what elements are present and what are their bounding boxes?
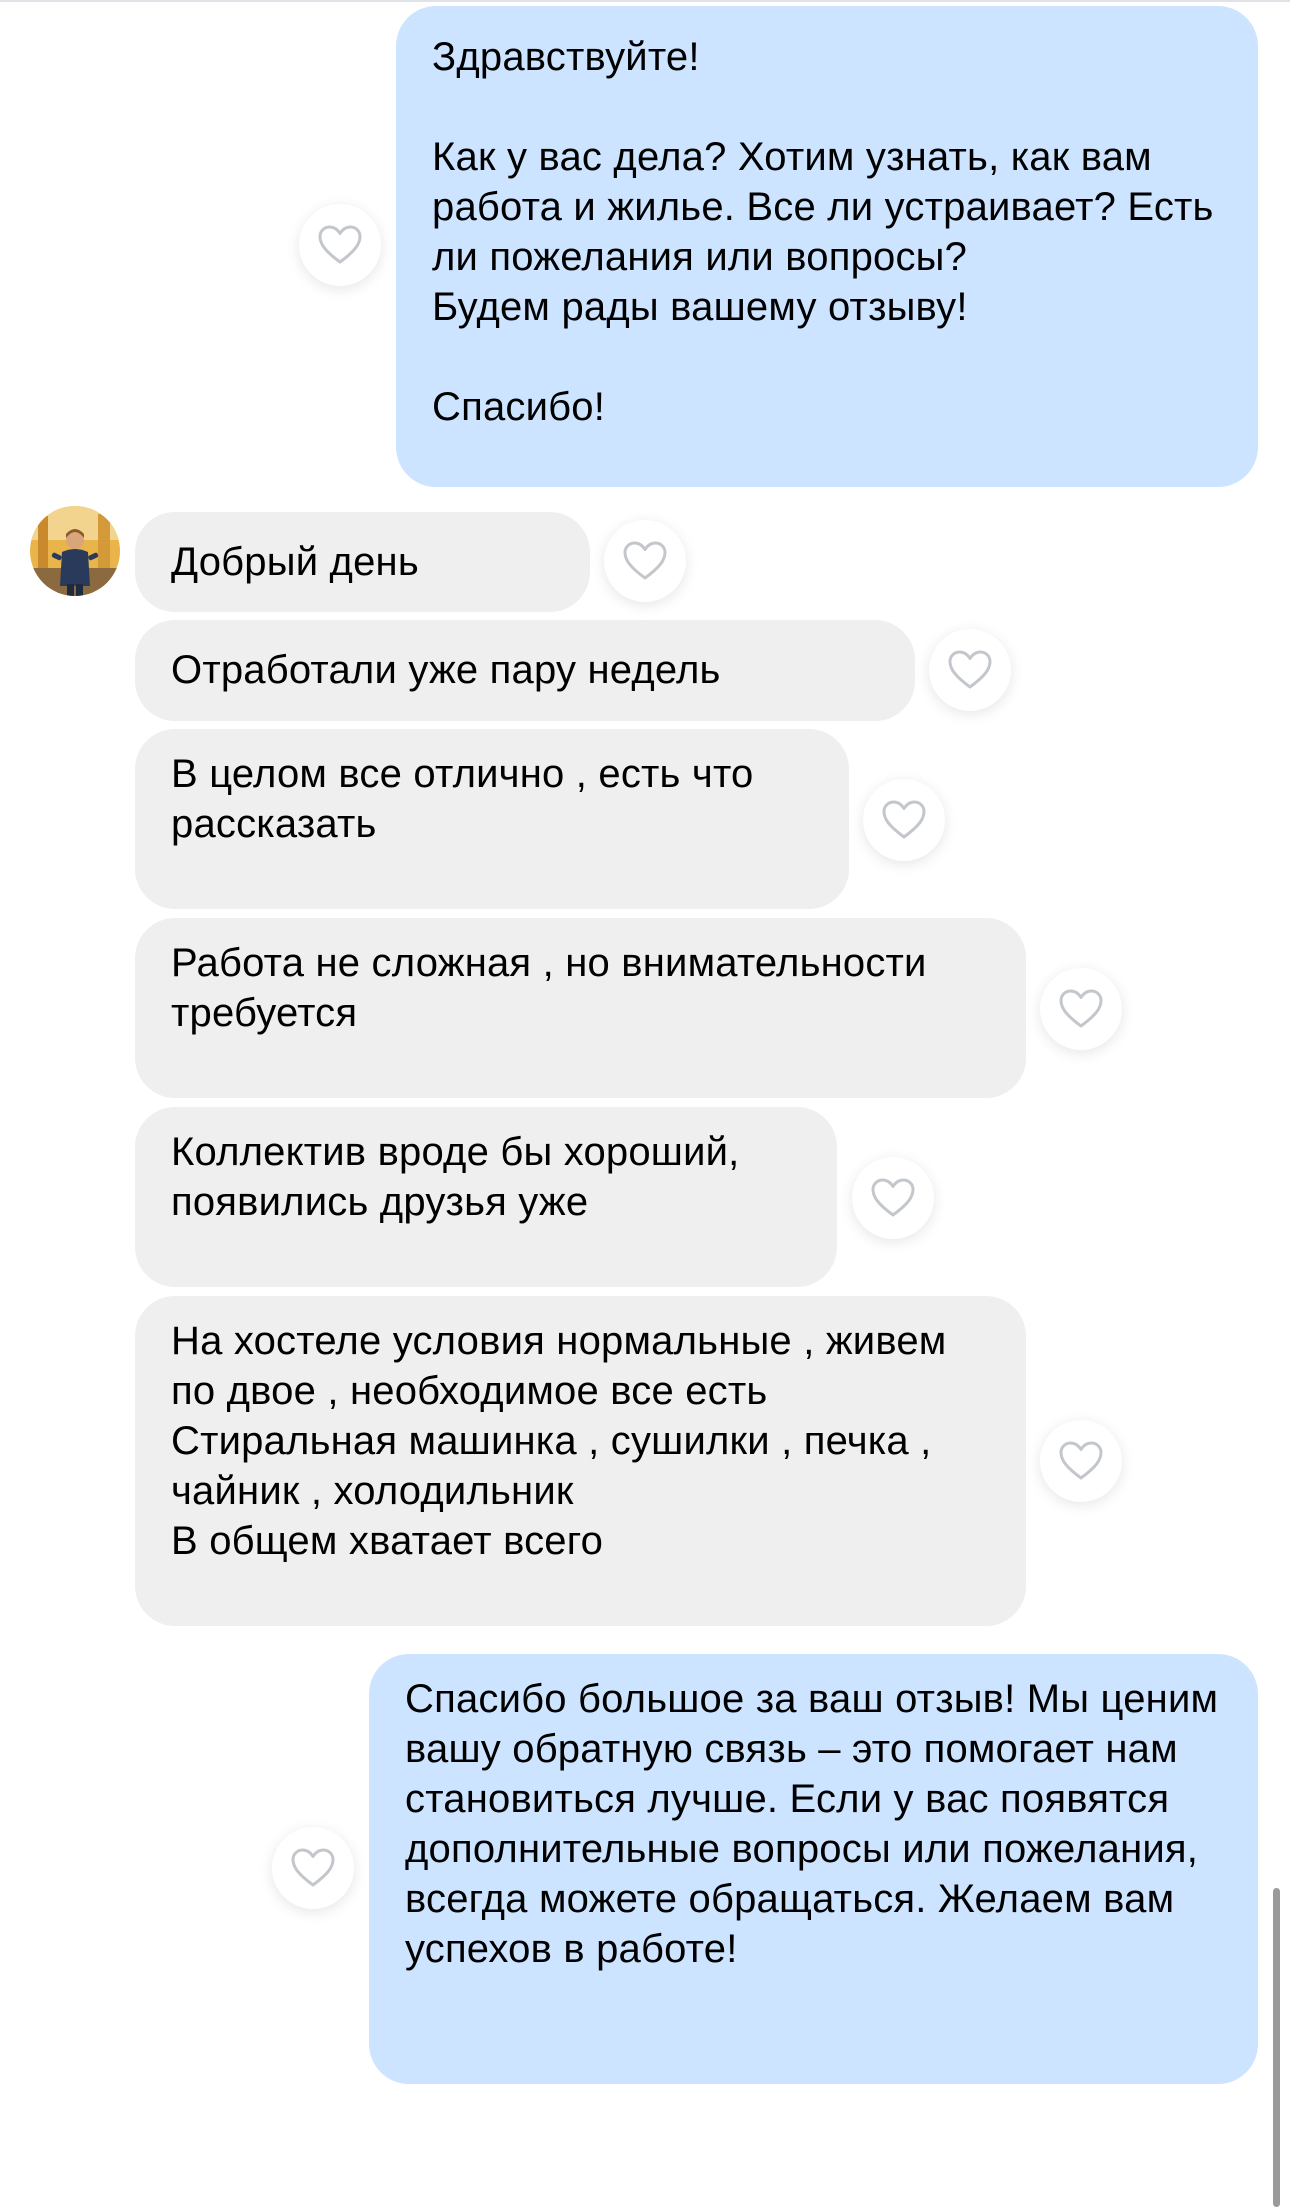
like-button[interactable]: [1040, 968, 1122, 1050]
like-button[interactable]: [929, 629, 1011, 711]
message-bubble-incoming[interactable]: Отработали уже пару недель: [135, 620, 915, 721]
heart-outline-icon: [1059, 989, 1103, 1028]
message-bubble-outgoing[interactable]: Здравствуйте! Как у вас дела? Хотим узна…: [396, 6, 1258, 487]
like-button[interactable]: [1040, 1420, 1122, 1502]
like-button[interactable]: [863, 779, 945, 861]
heart-outline-icon: [318, 225, 362, 264]
heart-outline-icon: [871, 1178, 915, 1217]
heart-outline-icon: [291, 1848, 335, 1887]
message-bubble-incoming[interactable]: В целом все отлично , есть что рассказат…: [135, 729, 849, 909]
like-button[interactable]: [272, 1827, 354, 1909]
heart-outline-icon: [1059, 1441, 1103, 1480]
heart-outline-icon: [948, 650, 992, 689]
heart-outline-icon: [882, 800, 926, 839]
avatar: [30, 506, 120, 596]
message-bubble-outgoing[interactable]: Спасибо большое за ваш отзыв! Мы ценим в…: [369, 1654, 1258, 2084]
heart-outline-icon: [623, 541, 667, 580]
like-button[interactable]: [852, 1157, 934, 1239]
message-bubble-incoming[interactable]: Добрый день: [135, 512, 590, 612]
message-bubble-incoming[interactable]: Коллектив вроде бы хороший, появились др…: [135, 1107, 837, 1287]
message-bubble-incoming[interactable]: На хостеле условия нормальные , живем по…: [135, 1296, 1026, 1626]
message-bubble-incoming[interactable]: Работа не сложная , но внимательности тр…: [135, 918, 1026, 1098]
top-divider: [0, 0, 1290, 2]
scrollbar[interactable]: [1273, 1888, 1280, 2207]
like-button[interactable]: [299, 204, 381, 286]
like-button[interactable]: [604, 520, 686, 602]
